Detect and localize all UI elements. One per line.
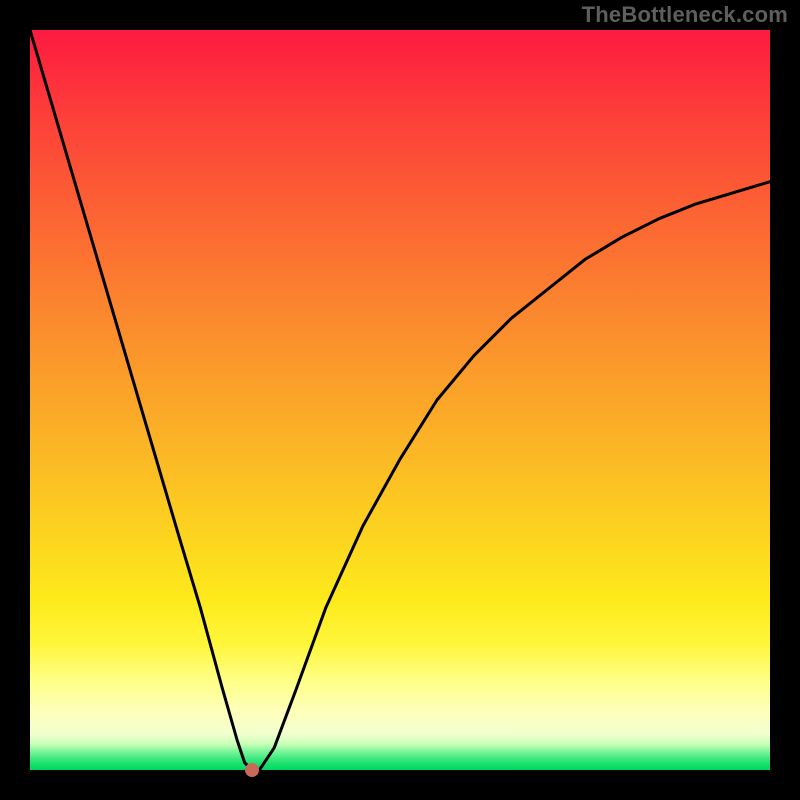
watermark-text: TheBottleneck.com: [582, 2, 788, 28]
plot-area: [30, 30, 770, 770]
minimum-marker: [245, 763, 259, 777]
chart-frame: TheBottleneck.com: [0, 0, 800, 800]
bottleneck-curve: [30, 30, 770, 770]
curve-path: [30, 30, 770, 770]
